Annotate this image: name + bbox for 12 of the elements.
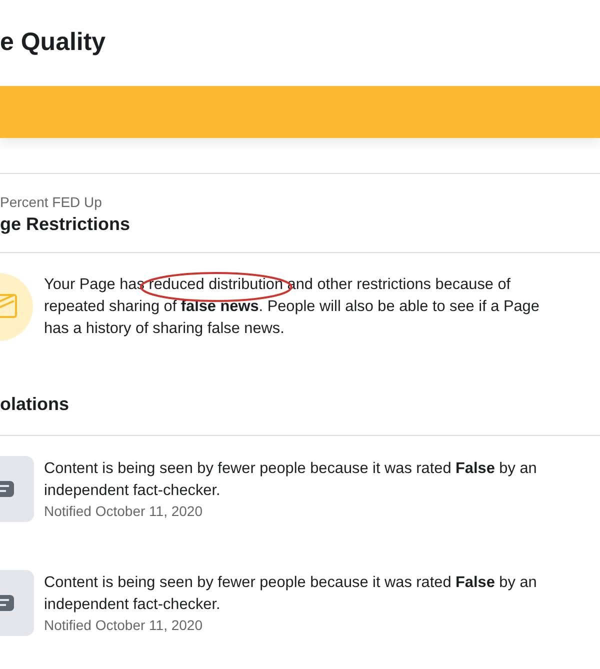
message-icon	[0, 456, 34, 522]
warning-icon	[0, 273, 34, 341]
section-heading: olations	[0, 393, 70, 416]
notified-date: Notified October 11, 2020	[44, 616, 204, 634]
violation-message: Content is being seen by fewer people because it was rated False by an independent fact-checker.	[44, 573, 538, 615]
page-name: Percent FED Up	[0, 193, 103, 211]
violation-message: Content is being seen by fewer people because it was rated False by an independent fact-checker.	[44, 459, 538, 501]
restriction-description: Your Page has reduced distribution and other restrictions because of repeated sharing of false news. People will also be able to see if a Page has a history of sharing false news.	[44, 274, 564, 340]
section-heading: ge Restrictions	[0, 213, 132, 236]
page-title: e Quality	[0, 27, 107, 58]
notified-date: Notified October 11, 2020	[44, 502, 204, 520]
message-icon	[0, 570, 34, 636]
